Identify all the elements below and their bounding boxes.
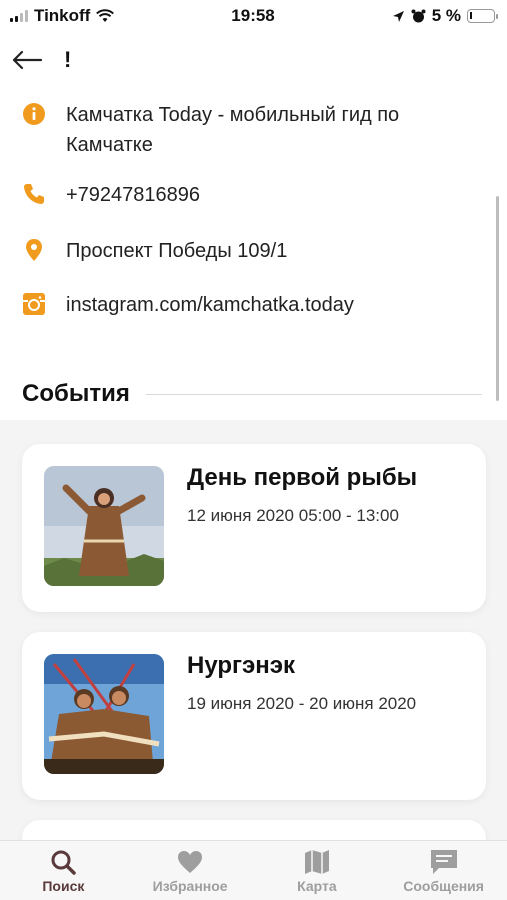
signal-icon (10, 10, 28, 22)
battery-icon (466, 9, 498, 23)
event-date: 19 июня 2020 - 20 июня 2020 (187, 694, 417, 713)
info-section: Камчатка Today - мобильный гид по Камчат… (0, 100, 507, 350)
event-card[interactable]: День первой рыбы 12 июня 2020 05:00 - 13… (22, 444, 486, 612)
event-title: Нургэнэк (187, 652, 296, 679)
status-left: Tinkoff (10, 6, 115, 26)
status-bar: Tinkoff 19:58 5 % (0, 0, 507, 32)
search-icon (49, 848, 77, 876)
chat-icon (429, 848, 459, 876)
status-right: 5 % (392, 6, 498, 26)
tab-bar: Поиск Избранное Карта Сообщения (0, 840, 507, 900)
instagram-icon (22, 292, 46, 316)
alarm-icon (411, 9, 426, 22)
instagram-link[interactable]: instagram.com/kamchatka.today (66, 290, 446, 320)
tab-label: Сообщения (403, 877, 484, 894)
info-icon (22, 102, 46, 126)
scrollbar[interactable] (496, 196, 499, 401)
back-button[interactable] (2, 38, 52, 82)
clock: 19:58 (231, 6, 275, 25)
page-title: ! (64, 47, 72, 72)
arrow-left-icon (12, 50, 43, 70)
events-list: День первой рыбы 12 июня 2020 05:00 - 13… (0, 420, 507, 860)
tab-label: Избранное (152, 877, 228, 894)
heading-divider (145, 393, 482, 395)
phone-link[interactable]: +79247816896 (66, 180, 446, 210)
address-link[interactable]: Проспект Победы 109/1 (66, 236, 446, 266)
info-row-address[interactable]: Проспект Победы 109/1 (0, 236, 507, 290)
header: ! (0, 38, 507, 82)
tab-label: Поиск (42, 877, 85, 894)
tab-messages[interactable]: Сообщения (384, 848, 504, 894)
event-image (44, 466, 164, 586)
event-date: 12 июня 2020 05:00 - 13:00 (187, 506, 399, 525)
info-row-phone[interactable]: +79247816896 (0, 180, 507, 236)
carrier-label: Tinkoff (34, 6, 91, 25)
tab-favorites[interactable]: Избранное (130, 848, 250, 894)
map-icon (303, 848, 331, 876)
event-title: День первой рыбы (187, 464, 418, 491)
wifi-icon (96, 9, 115, 22)
location-arrow-icon (392, 10, 404, 22)
about-text: Камчатка Today - мобильный гид по Камчат… (66, 104, 400, 156)
phone-icon (22, 182, 46, 206)
events-title: События (22, 380, 130, 407)
info-row-about: Камчатка Today - мобильный гид по Камчат… (0, 100, 507, 180)
event-image (44, 654, 164, 774)
tab-map[interactable]: Карта (257, 848, 377, 894)
battery-percent: 5 % (431, 6, 461, 25)
events-heading: События (22, 380, 482, 408)
heart-icon (176, 848, 204, 876)
location-pin-icon (22, 238, 46, 262)
tab-label: Карта (297, 877, 337, 894)
info-row-instagram[interactable]: instagram.com/kamchatka.today (0, 290, 507, 350)
event-card[interactable]: Нургэнэк 19 июня 2020 - 20 июня 2020 (22, 632, 486, 800)
tab-search[interactable]: Поиск (3, 848, 123, 894)
